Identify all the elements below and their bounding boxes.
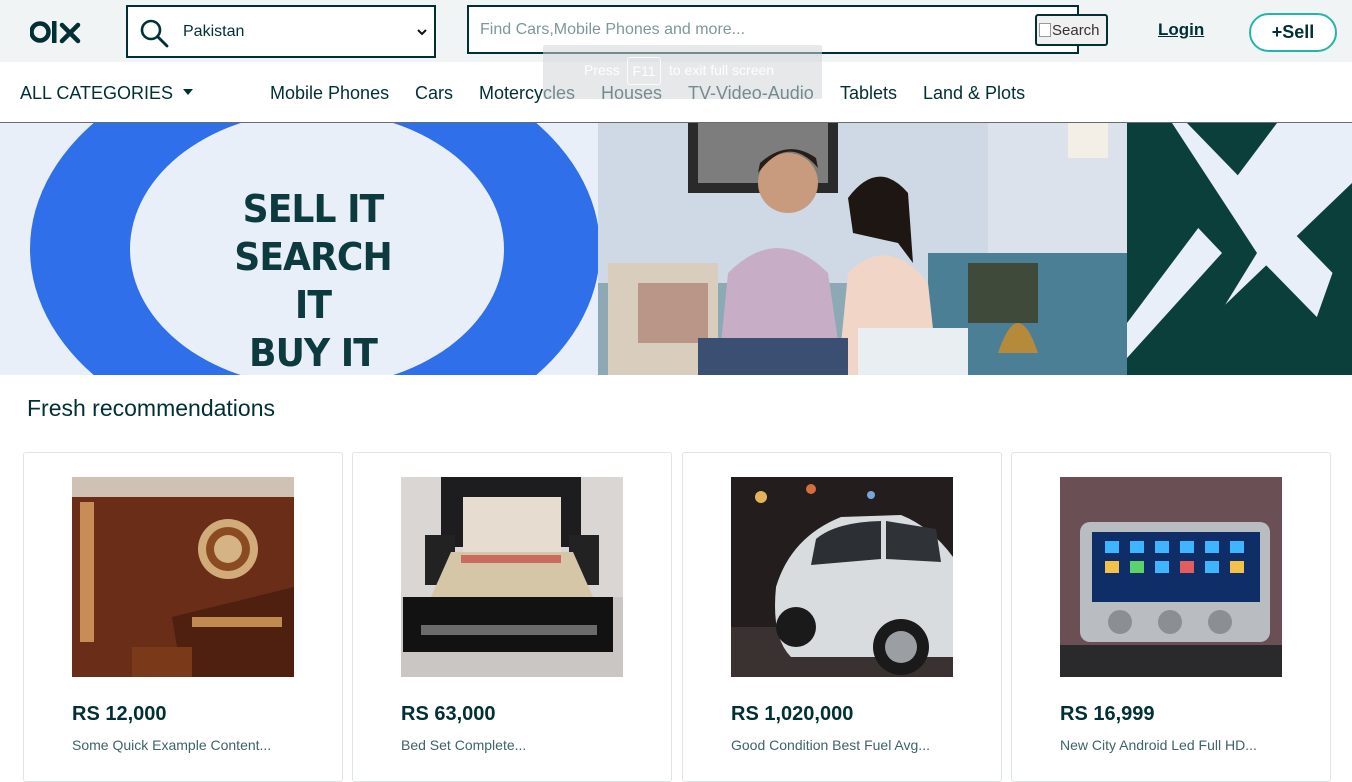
listing-price: RS 12,000 (72, 703, 167, 725)
listing-image[interactable] (1060, 477, 1282, 677)
listing-card[interactable]: RS 16,999 New City Android Led Full HD..… (1011, 452, 1331, 782)
olx-x-graphic (1127, 123, 1352, 375)
listing-description[interactable]: Good Condition Best Fuel Avg... (731, 737, 930, 753)
listing-card[interactable]: RS 12,000 Some Quick Example Content... (23, 452, 343, 782)
slogan-line-sell: SELL IT (242, 187, 385, 231)
banner-slogan: SELL IT SEARCH IT BUY IT (213, 185, 413, 375)
search-button[interactable]: Search (1035, 14, 1108, 46)
slogan-line-buy: BUY IT (249, 331, 378, 375)
location-select[interactable]: Pakistan (126, 5, 436, 58)
search-icon (140, 19, 169, 48)
login-link[interactable]: Login (1158, 20, 1204, 40)
search-input[interactable]: Find Cars,Mobile Phones and more... (480, 21, 745, 39)
listing-description[interactable]: Bed Set Complete... (401, 737, 526, 753)
all-categories-dropdown[interactable]: ALL CATEGORIES (20, 83, 173, 104)
category-land-plots[interactable]: Land & Plots (923, 83, 1025, 104)
listing-price: RS 1,020,000 (731, 703, 854, 725)
olx-logo[interactable] (30, 17, 84, 47)
sell-button[interactable]: +Sell (1249, 13, 1337, 52)
banner-photo-couple (598, 123, 1127, 375)
promo-banner[interactable]: SELL IT SEARCH IT BUY IT (0, 123, 1352, 375)
fullscreen-hint-key: F11 (627, 57, 661, 85)
listing-image[interactable] (401, 477, 623, 677)
chevron-down-icon (417, 29, 427, 36)
fullscreen-hint-suffix: to exit full screen (669, 62, 775, 78)
slogan-line-search: SEARCH IT (234, 235, 392, 327)
listing-image[interactable] (72, 477, 294, 677)
fullscreen-hint: Press F11 to exit full screen (543, 45, 822, 99)
banner-x-panel (1127, 123, 1352, 375)
car-photo-image (731, 477, 953, 677)
listing-card[interactable]: RS 63,000 Bed Set Complete... (352, 452, 672, 782)
furniture-photo-image (72, 477, 294, 677)
listing-price: RS 63,000 (401, 703, 496, 725)
listing-card[interactable]: RS 1,020,000 Good Condition Best Fuel Av… (682, 452, 1002, 782)
broken-image-icon (1039, 23, 1051, 37)
fullscreen-hint-prefix: Press (584, 62, 620, 78)
caret-down-icon[interactable] (183, 89, 193, 95)
banner-slogan-panel: SELL IT SEARCH IT BUY IT (0, 123, 598, 375)
category-cars[interactable]: Cars (415, 83, 453, 104)
section-title: Fresh recommendations (27, 395, 275, 421)
listing-description[interactable]: New City Android Led Full HD... (1060, 737, 1257, 753)
category-tablets[interactable]: Tablets (840, 83, 897, 104)
category-mobile-phones[interactable]: Mobile Phones (270, 83, 389, 104)
couple-photo-image (598, 123, 1127, 375)
android-led-photo-image (1060, 477, 1282, 677)
listing-description[interactable]: Some Quick Example Content... (72, 737, 271, 753)
location-value: Pakistan (183, 23, 245, 40)
listing-image[interactable] (731, 477, 953, 677)
search-button-label: Search (1052, 21, 1100, 39)
bed-photo-image (401, 477, 623, 677)
listing-price: RS 16,999 (1060, 703, 1155, 725)
